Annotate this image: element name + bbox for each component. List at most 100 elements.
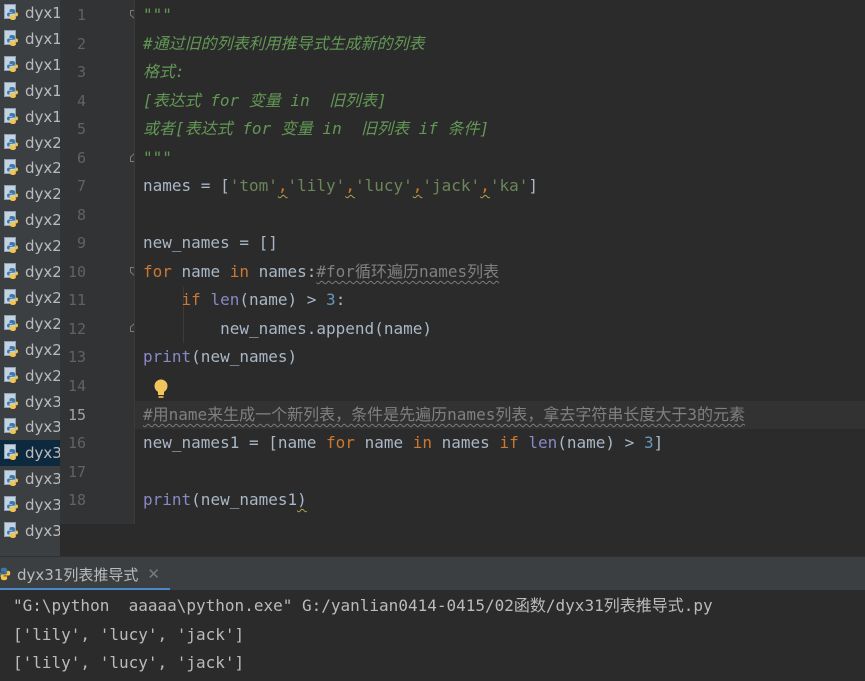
tree-item-file[interactable]: dyx3 <box>0 389 60 415</box>
tree-item-file[interactable]: dyx3 <box>0 440 60 467</box>
line-number: 7 <box>76 177 86 195</box>
tree-item-file[interactable]: dyx2 <box>0 285 60 311</box>
python-file-icon <box>4 107 18 124</box>
python-file-icon <box>4 237 18 254</box>
tree-item-file[interactable]: dyx3 <box>0 518 60 544</box>
code-line-15[interactable]: #用name来生成一个新列表，条件是先遍历names列表，拿去字符串长度大于3的… <box>143 401 745 429</box>
line-number: 3 <box>76 63 86 81</box>
python-file-icon <box>4 366 18 383</box>
tree-item-file[interactable]: dyx2 <box>0 130 60 156</box>
run-console[interactable]: "G:\python aaaaa\python.exe" G:/yanlian0… <box>0 590 865 681</box>
line-number: 12 <box>67 320 86 338</box>
python-file-icon <box>4 133 18 150</box>
tree-item-label: dyx1 <box>25 55 60 74</box>
run-tab-label: dyx31列表推导式 <box>17 565 139 584</box>
tree-item-file[interactable]: dyx2 <box>0 311 60 337</box>
line-number: 9 <box>76 234 86 252</box>
code-line-18[interactable]: print(new_names1) <box>143 486 307 514</box>
python-file-icon <box>4 185 18 202</box>
tree-item-file[interactable]: dyx1 <box>0 52 60 78</box>
code-line-16[interactable]: new_names1 = [name for name in names if … <box>143 429 663 457</box>
python-file-icon <box>4 29 18 46</box>
line-number: 17 <box>67 463 86 481</box>
code-line-12[interactable]: new_names.append(name) <box>143 315 432 343</box>
project-tree: dyx1 dyx1 dyx1 dyx1 dyx1 dyx2 dyx2 dyx2 dyx2 dyx2… <box>0 0 60 556</box>
line-number: 14 <box>67 377 86 395</box>
tree-item-file[interactable]: dyx3 <box>0 466 60 492</box>
tree-item-file[interactable]: dyx1 <box>0 104 60 130</box>
tree-item-label: dyx2 <box>25 288 60 307</box>
tree-item-file[interactable]: dyx2 <box>0 155 60 181</box>
tree-item-file[interactable]: dyx2 <box>0 337 60 363</box>
line-number: 4 <box>76 92 86 110</box>
tree-item-file[interactable]: dyx2 <box>0 259 60 285</box>
console-line: ['lily', 'lucy', 'jack'] <box>13 653 245 672</box>
python-file-icon <box>4 470 18 487</box>
code-line-6[interactable]: """ <box>143 144 172 172</box>
tree-item-file[interactable]: dyx3 <box>0 414 60 440</box>
code-line-9[interactable]: new_names = [] <box>143 229 278 257</box>
line-number: 11 <box>67 291 86 309</box>
lightbulb-icon[interactable] <box>152 378 170 400</box>
tree-item-file[interactable]: dyx2 <box>0 233 60 259</box>
tree-item-label: dyx2 <box>25 314 60 333</box>
tree-item-label: dyx2 <box>25 340 60 359</box>
tree-item-label: dyx3 <box>25 470 60 489</box>
line-number: 5 <box>76 120 86 138</box>
code-line-2[interactable]: #通过旧的列表利用推导式生成新的列表 <box>143 30 425 58</box>
line-number: 2 <box>76 35 86 53</box>
tree-item-file[interactable]: dyx2 <box>0 181 60 207</box>
line-number: 13 <box>67 348 86 366</box>
tree-item-label: dyx2 <box>25 366 60 385</box>
code-line-4[interactable]: [表达式 for 变量 in 旧列表] <box>143 87 387 115</box>
code-line-11[interactable]: if len(name) > 3: <box>143 286 346 314</box>
tree-item-label: dyx3 <box>25 444 60 463</box>
python-file-icon <box>4 392 18 409</box>
line-number: 10 <box>67 263 86 281</box>
line-number: 18 <box>67 491 86 509</box>
console-line: "G:\python aaaaa\python.exe" G:/yanlian0… <box>13 596 713 615</box>
line-number: 6 <box>76 149 86 167</box>
python-file-icon <box>4 4 18 20</box>
run-tool-window-tabs: dyx31列表推导式 ✕ <box>0 556 865 591</box>
tree-item-file[interactable]: dyx3 <box>0 492 60 518</box>
tree-item-file[interactable]: dyx2 <box>0 207 60 233</box>
tree-item-file[interactable]: dyx1 <box>0 78 60 104</box>
tree-item-file[interactable]: dyx1 <box>0 26 60 52</box>
tree-item-label: dyx2 <box>25 237 60 256</box>
run-tab[interactable]: dyx31列表推导式 ✕ <box>0 557 160 591</box>
line-number: 15 <box>67 406 86 424</box>
tree-item-label: dyx1 <box>25 107 60 126</box>
close-icon[interactable]: ✕ <box>147 565 160 583</box>
code-line-10[interactable]: for name in names:#for循环遍历names列表 <box>143 258 499 286</box>
tree-item-label: dyx2 <box>25 185 60 204</box>
tree-item-file[interactable]: dyx2 <box>0 363 60 389</box>
tree-item-label: dyx1 <box>25 4 60 22</box>
code-line-7[interactable]: names = ['tom','lily','lucy','jack','ka'… <box>143 172 538 200</box>
code-editor[interactable]: """ #通过旧的列表利用推导式生成新的列表 格式: [表达式 for 变量 i… <box>135 0 865 524</box>
code-line-13[interactable]: print(new_names) <box>143 343 297 371</box>
tree-item-label: dyx3 <box>25 522 60 540</box>
line-number: 8 <box>76 206 86 224</box>
tree-item-label: dyx1 <box>25 29 60 48</box>
python-file-icon <box>4 211 18 228</box>
python-file-icon <box>4 55 18 72</box>
tree-item-file[interactable]: dyx1 <box>0 0 60 26</box>
tree-item-label: dyx3 <box>25 496 60 515</box>
python-file-icon <box>4 496 18 513</box>
code-line-5[interactable]: 或者[表达式 for 变量 in 旧列表 if 条件] <box>143 115 489 143</box>
python-file-icon <box>4 159 18 176</box>
tree-item-label: dyx3 <box>25 418 60 437</box>
tree-item-label: dyx2 <box>25 263 60 281</box>
line-number: 16 <box>67 434 86 452</box>
line-number: 1 <box>76 6 86 24</box>
tree-item-label: dyx3 <box>25 392 60 411</box>
code-line-1[interactable]: """ <box>143 1 172 29</box>
python-file-icon <box>4 288 18 305</box>
python-run-icon <box>0 567 11 581</box>
code-line-3[interactable]: 格式: <box>143 58 185 86</box>
python-file-icon <box>4 340 18 357</box>
console-line: ['lily', 'lucy', 'jack'] <box>13 625 245 644</box>
python-file-icon <box>4 263 18 279</box>
python-file-icon <box>4 418 18 435</box>
